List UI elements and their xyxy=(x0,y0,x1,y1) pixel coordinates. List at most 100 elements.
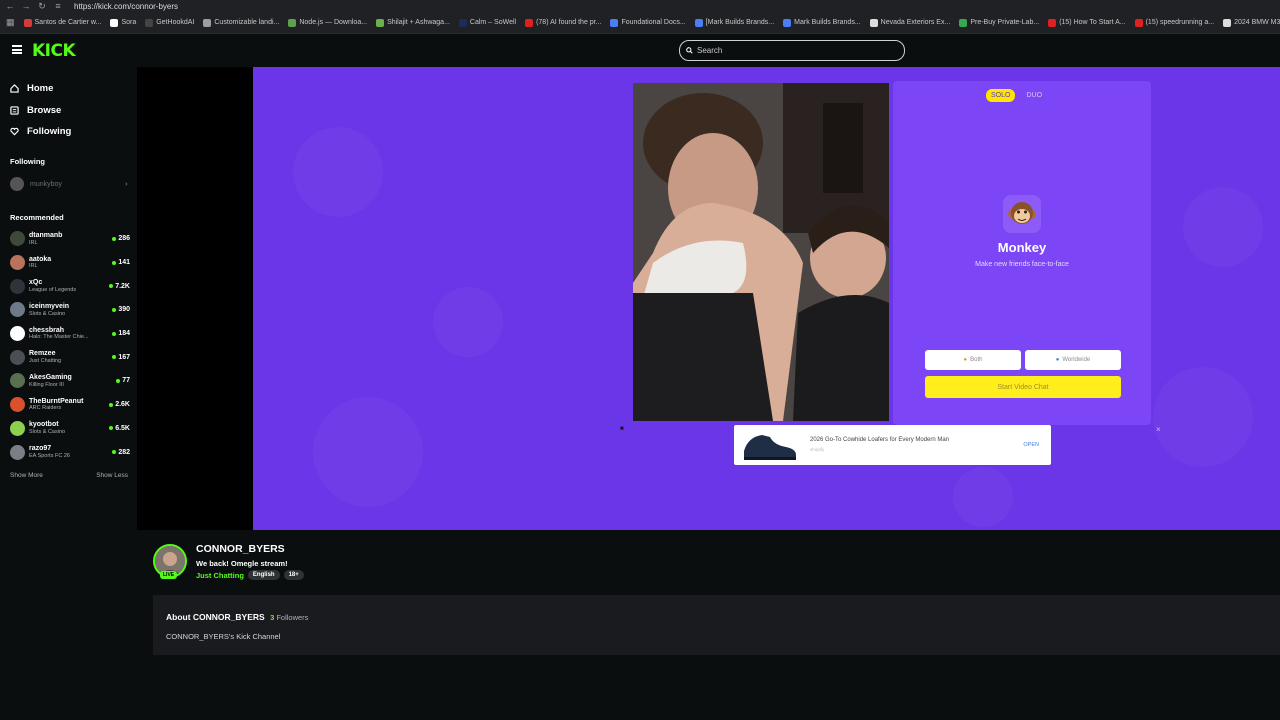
nav-following[interactable]: Following xyxy=(10,121,71,143)
bookmark-label: Santos de Cartier w... xyxy=(34,19,102,26)
live-dot-icon xyxy=(112,260,117,265)
recommended-category: Just Chatting xyxy=(29,358,62,365)
viewer-count-value: 286 xyxy=(118,235,130,243)
bookmark-item[interactable]: GetHookdAI xyxy=(145,18,194,27)
start-video-chat-button[interactable]: Start Video Chat xyxy=(925,376,1121,398)
recommended-text: razo97 EA Sports FC 26 xyxy=(29,445,112,459)
recommended-text: AkesGaming Killing Floor III xyxy=(29,374,116,388)
bookmark-item[interactable]: Nevada Exteriors Ex... xyxy=(869,18,951,27)
followers-number: 3 xyxy=(270,613,275,622)
following-item[interactable]: munkyboy ◑ xyxy=(10,177,128,191)
bookmark-item[interactable]: Customizable landi... xyxy=(203,18,279,27)
bookmark-item[interactable]: Node.js — Downloa... xyxy=(288,18,368,27)
bookmark-item[interactable]: (15) How To Start A... xyxy=(1048,18,1126,27)
viewer-count: 184 xyxy=(112,330,130,337)
recommended-item[interactable]: chessbrah Halo: The Master Chie... 184 xyxy=(10,322,130,346)
region-filter[interactable]: ● Worldwide xyxy=(1025,350,1121,370)
bookmark-item[interactable]: Mark Builds Brands... xyxy=(783,18,861,27)
monkey-icon xyxy=(1003,195,1041,233)
recommended-item[interactable]: xQc League of Legends 7.2K xyxy=(10,274,130,298)
forward-icon[interactable]: → xyxy=(20,1,32,11)
menu-icon[interactable] xyxy=(12,45,22,54)
mode-solo[interactable]: SOLO xyxy=(986,89,1016,102)
ad-marker-icon: ■ xyxy=(620,426,624,432)
stream-title: We back! Omegle stream! xyxy=(196,559,288,568)
avatar xyxy=(10,373,25,389)
bookmark-item[interactable]: Santos de Cartier w... xyxy=(23,18,102,27)
ad-banner[interactable]: 2026 Go-To Cowhide Loafers for Every Mod… xyxy=(734,425,1051,465)
bookmark-favicon-icon xyxy=(783,18,792,27)
bookmark-favicon-icon xyxy=(610,18,619,27)
nav-home[interactable]: Home xyxy=(10,78,71,100)
recommended-channel-name: Remzee xyxy=(29,350,56,358)
bookmark-label: Nevada Exteriors Ex... xyxy=(880,19,951,26)
show-more-button[interactable]: Show More xyxy=(10,472,43,479)
nav-browse[interactable]: Browse xyxy=(10,100,71,122)
recommended-text: xQc League of Legends xyxy=(29,279,109,293)
live-dot-icon xyxy=(112,307,117,312)
video-player[interactable]: SOLO DUO Monkey Make new friends face-to… xyxy=(253,67,1280,530)
bookmark-label: Node.js — Downloa... xyxy=(299,19,368,26)
kick-logo[interactable]: KICK xyxy=(32,41,76,61)
ad-title: 2026 Go-To Cowhide Loafers for Every Mod… xyxy=(810,437,950,443)
recommended-item[interactable]: dtanmanb IRL 286 xyxy=(10,227,130,251)
site-settings-icon[interactable]: ≡ xyxy=(52,1,64,11)
ad-open-button[interactable]: OPEN xyxy=(1023,442,1039,448)
recommended-category: IRL xyxy=(29,239,38,246)
viewer-count: 7.2K xyxy=(109,283,130,290)
bookmark-item[interactable]: Sora xyxy=(110,18,136,27)
recommended-item[interactable]: razo97 EA Sports FC 26 282 xyxy=(10,440,130,464)
reload-icon[interactable]: ↻ xyxy=(36,1,48,12)
mode-duo[interactable]: DUO xyxy=(1021,89,1047,102)
recommended-channel-name: chessbrah xyxy=(29,326,65,334)
bookmark-item[interactable]: Pre-Buy Private-Lab... xyxy=(959,18,1039,27)
category-link[interactable]: Just Chatting xyxy=(196,571,244,580)
recommended-item[interactable]: AkesGaming Killing Floor III 77 xyxy=(10,369,130,393)
nav-following-label: Following xyxy=(27,126,72,138)
bookmark-item[interactable]: (15) speedrunning a... xyxy=(1134,18,1214,27)
browser-url-bar: ← → ↻ ≡ https://kick.com/connor-byers xyxy=(0,0,1280,12)
gender-filter[interactable]: ● Both xyxy=(925,350,1021,370)
recommended-category: IRL xyxy=(29,263,38,270)
recommended-channel-name: xQc xyxy=(29,279,43,287)
avatar xyxy=(10,326,25,342)
mature-tag[interactable]: 18+ xyxy=(283,570,304,580)
viewer-count: 282 xyxy=(112,449,130,456)
bookmark-item[interactable]: Calm – SoWell xyxy=(458,18,517,27)
bookmark-label: (15) How To Start A... xyxy=(1059,19,1126,26)
ad-source: shopify xyxy=(810,447,825,452)
recommended-text: Remzee Just Chatting xyxy=(29,350,112,364)
ad-close-icon[interactable]: × xyxy=(1156,425,1161,434)
recommended-item[interactable]: iceinmyvein Slots & Casino 390 xyxy=(10,298,130,322)
recommended-item[interactable]: Remzee Just Chatting 167 xyxy=(10,345,130,369)
recommended-category: League of Legends xyxy=(29,287,77,294)
viewer-count: 390 xyxy=(112,306,130,313)
bookmark-item[interactable]: [Mark Builds Brands... xyxy=(694,18,774,27)
apps-grid-icon[interactable]: ▦ xyxy=(6,17,15,28)
recommended-item[interactable]: aatoka IRL 141 xyxy=(10,251,130,275)
bookmark-item[interactable]: Shilajit + Ashwaga... xyxy=(376,18,450,27)
recommended-text: chessbrah Halo: The Master Chie... xyxy=(29,327,112,341)
bookmark-item[interactable]: (78) AI found the pr... xyxy=(525,18,601,27)
recommended-category: ARC Raiders xyxy=(29,405,62,412)
recommended-list: dtanmanb IRL 286 aatoka IRL 141 xQc League of L… xyxy=(10,227,130,464)
bookmark-label: Calm – SoWell xyxy=(469,19,517,26)
recommended-item[interactable]: kyootbot Slots & Casino 6.5K xyxy=(10,417,130,441)
viewer-count-value: 77 xyxy=(122,377,130,385)
bookmark-favicon-icon xyxy=(288,18,297,27)
language-tag[interactable]: English xyxy=(247,570,280,580)
url-text[interactable]: https://kick.com/connor-byers xyxy=(74,2,178,11)
bookmark-item[interactable]: 2024 BMW M3 Com... xyxy=(1223,18,1280,27)
show-less-button[interactable]: Show Less xyxy=(96,472,128,479)
search-input[interactable] xyxy=(697,46,897,55)
search-box[interactable] xyxy=(679,40,905,61)
search-icon xyxy=(686,47,693,54)
bookmark-favicon-icon xyxy=(1048,18,1057,27)
recommended-item[interactable]: TheBurntPeanut ARC Raiders 2.6K xyxy=(10,393,130,417)
channel-name[interactable]: CONNOR_BYERS xyxy=(196,543,285,555)
recommended-channel-name: razo97 xyxy=(29,445,52,453)
bookmark-item[interactable]: Foundational Docs... xyxy=(610,18,686,27)
about-title: About CONNOR_BYERS 3 Followers xyxy=(166,612,308,622)
back-icon[interactable]: ← xyxy=(4,1,16,11)
app-tagline: Make new friends face-to-face xyxy=(975,261,1069,268)
